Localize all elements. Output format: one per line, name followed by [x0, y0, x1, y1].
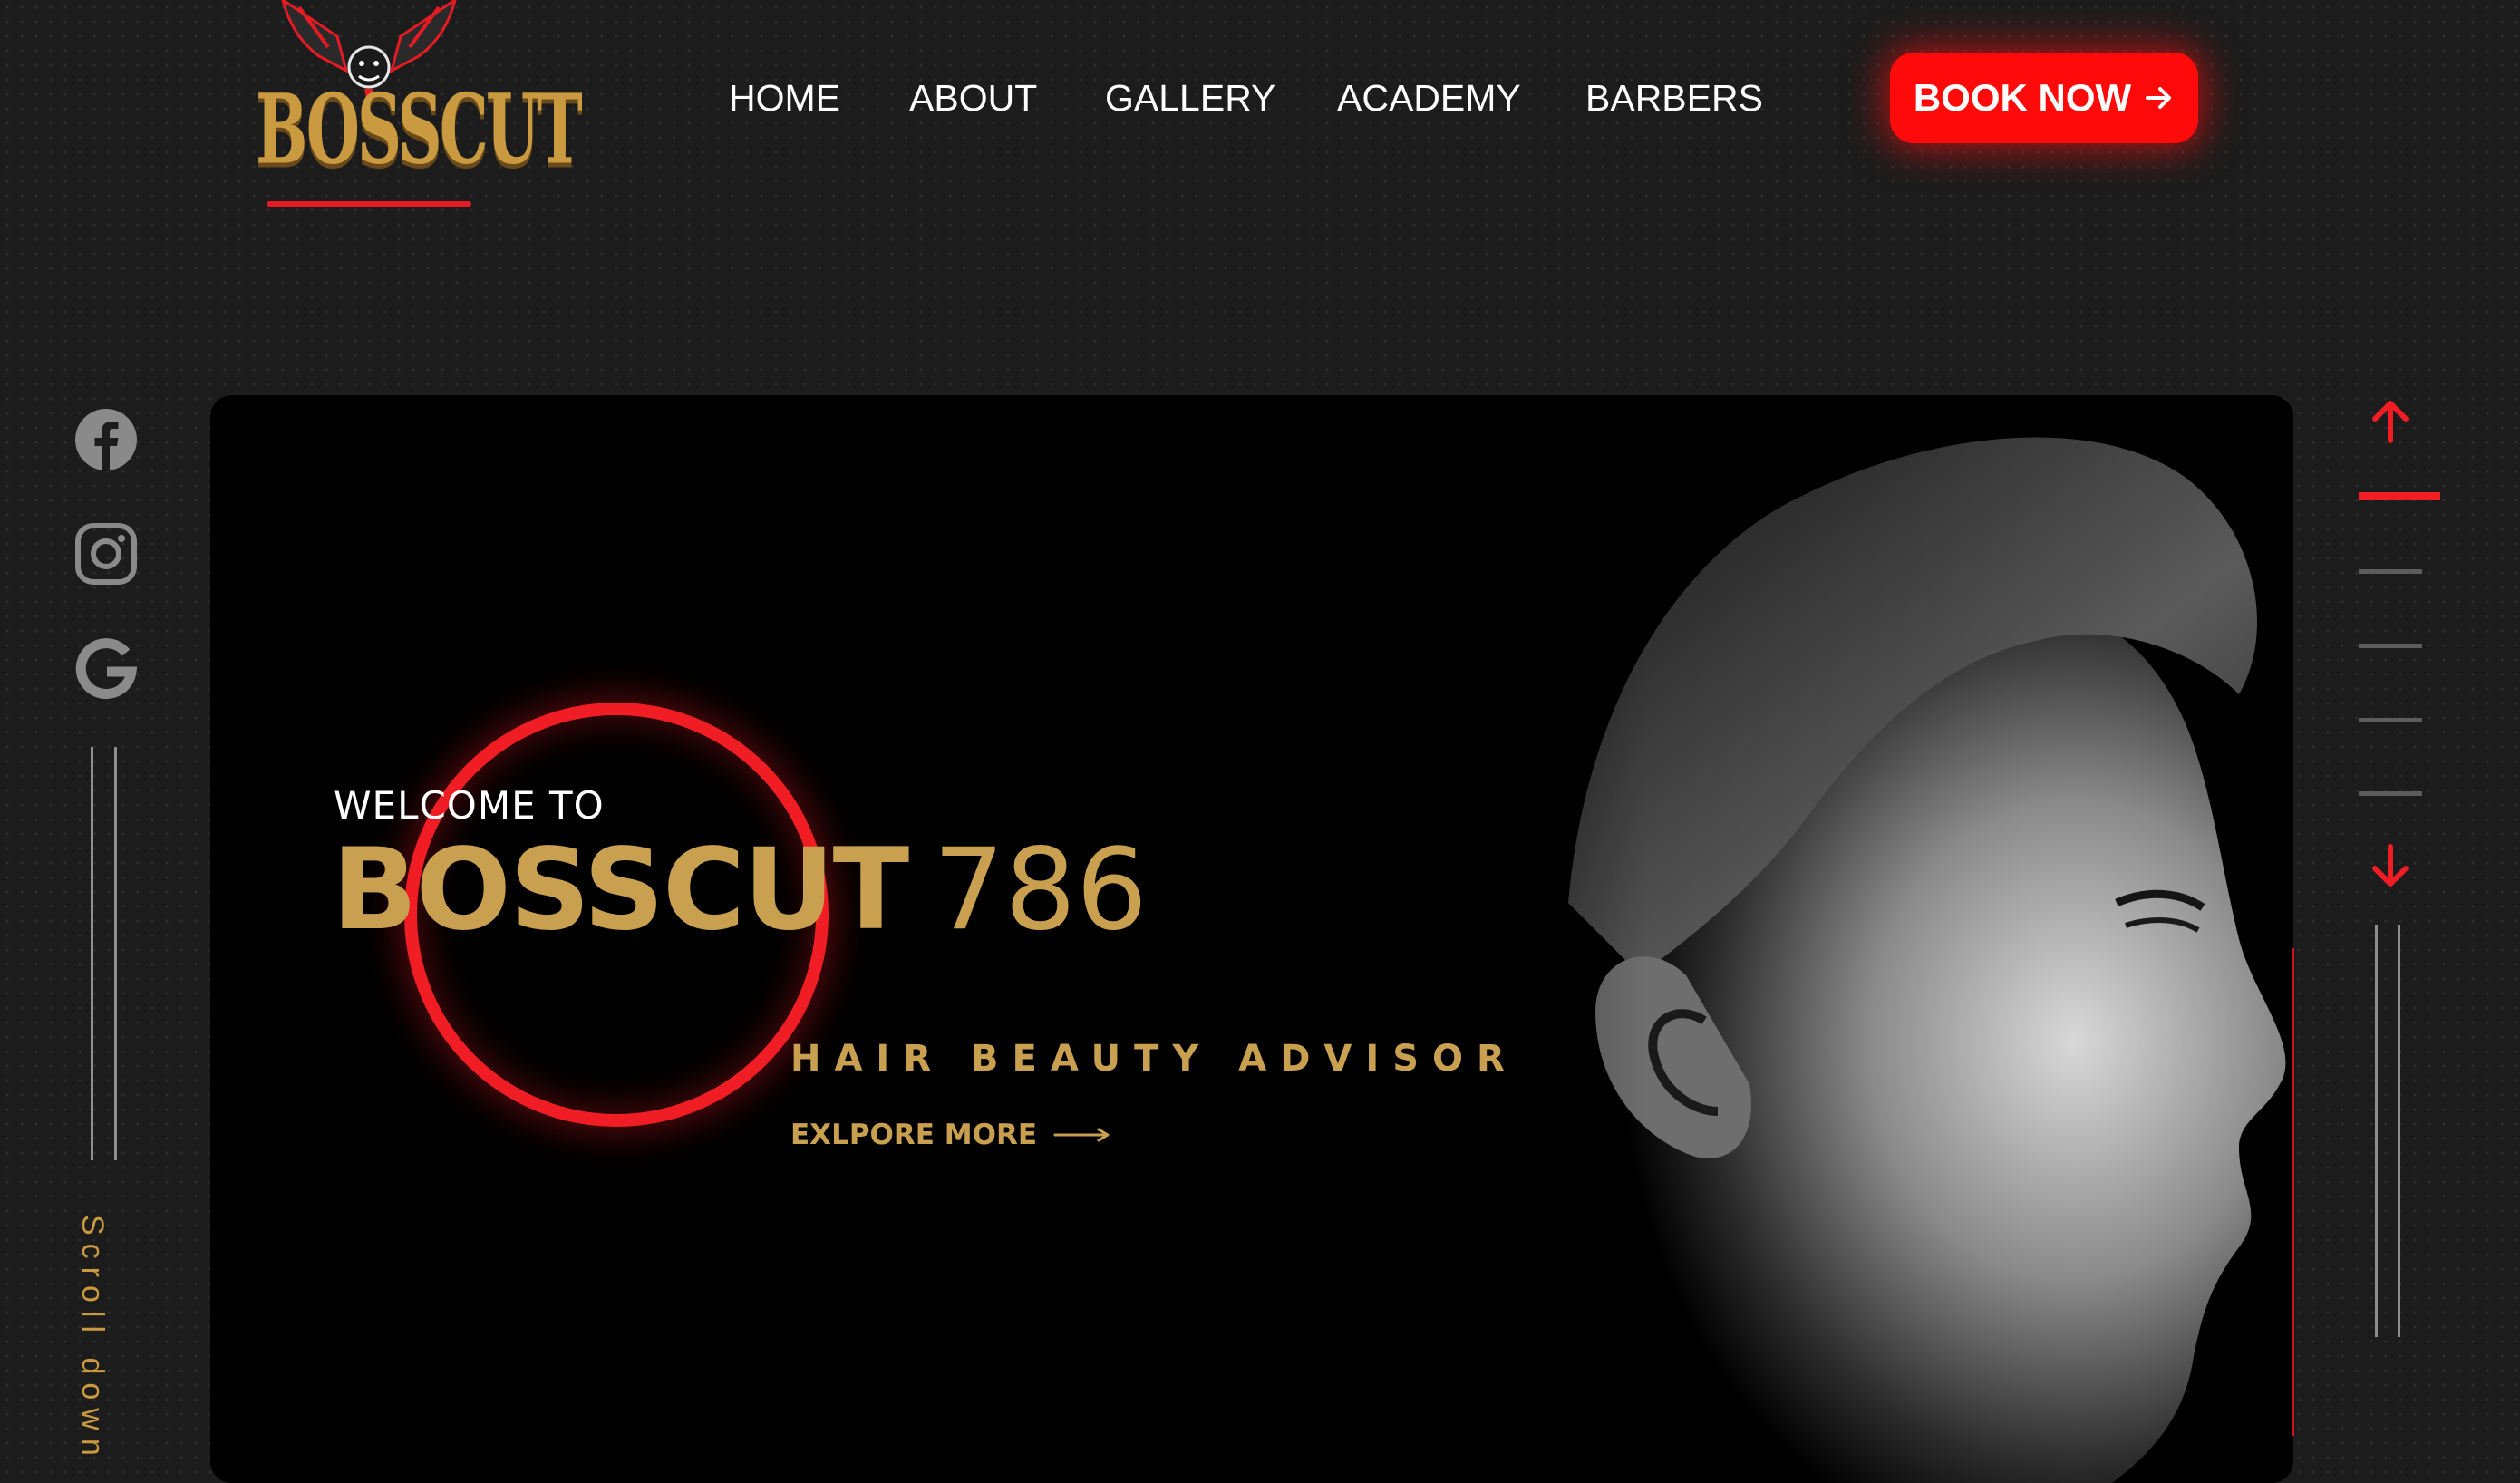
- slide-indicator[interactable]: [2359, 791, 2422, 796]
- nav-home[interactable]: HOME: [729, 71, 840, 125]
- explore-more-link[interactable]: EXLPORE MORE: [790, 1119, 1111, 1151]
- slide-indicator-active[interactable]: [2359, 492, 2440, 500]
- arrow-up-icon: [2372, 401, 2409, 443]
- explore-more-label: EXLPORE MORE: [790, 1119, 1037, 1151]
- hero-brand-name: BOSSCUT: [332, 825, 909, 955]
- logo-wordmark: BOSSCUT: [256, 74, 583, 187]
- bosscut-logo[interactable]: BOSSCUT: [256, 0, 583, 214]
- hero-tagline: HAIR BEAUTY ADVISOR: [790, 1038, 1518, 1080]
- hero-brand-number: 786: [933, 825, 1148, 955]
- slide-indicator[interactable]: [2359, 644, 2422, 648]
- long-arrow-right-icon: [1053, 1128, 1110, 1142]
- nav-about[interactable]: ABOUT: [909, 71, 1037, 125]
- nav-gallery[interactable]: GALLERY: [1105, 71, 1275, 125]
- google-link[interactable]: [74, 637, 138, 701]
- arrow-down-icon: [2372, 844, 2409, 887]
- slide-next-button[interactable]: [2368, 843, 2413, 888]
- instagram-icon: [75, 523, 137, 585]
- nav-academy[interactable]: ACADEMY: [1337, 71, 1521, 125]
- book-now-button[interactable]: BOOK NOW: [1890, 53, 2198, 143]
- left-rail-line: [91, 747, 93, 1160]
- hero-title: BOSSCUT 786: [332, 825, 1148, 955]
- hero-anchor: [210, 395, 219, 404]
- nav-barbers[interactable]: BARBERS: [1585, 71, 1763, 125]
- scroll-down-label[interactable]: Scroll down: [74, 1215, 110, 1464]
- book-now-label: BOOK NOW: [1913, 76, 2132, 119]
- slide-prev-button[interactable]: [2368, 399, 2413, 444]
- arrow-right-icon: [2146, 87, 2172, 109]
- slide-indicator[interactable]: [2359, 569, 2422, 574]
- facebook-link[interactable]: [74, 408, 138, 471]
- hero-welcome-text: WELCOME TO: [334, 783, 605, 828]
- logo-underline: [267, 201, 471, 207]
- hero-edge-accent: [2292, 948, 2294, 1436]
- facebook-icon: [75, 409, 137, 471]
- portrait-image: [1296, 395, 2293, 1483]
- right-rail-line: [2398, 925, 2400, 1337]
- left-rail-line: [114, 747, 117, 1160]
- google-icon: [75, 638, 138, 700]
- slide-indicator[interactable]: [2359, 718, 2422, 722]
- right-rail-line: [2375, 925, 2378, 1337]
- instagram-link[interactable]: [74, 522, 138, 586]
